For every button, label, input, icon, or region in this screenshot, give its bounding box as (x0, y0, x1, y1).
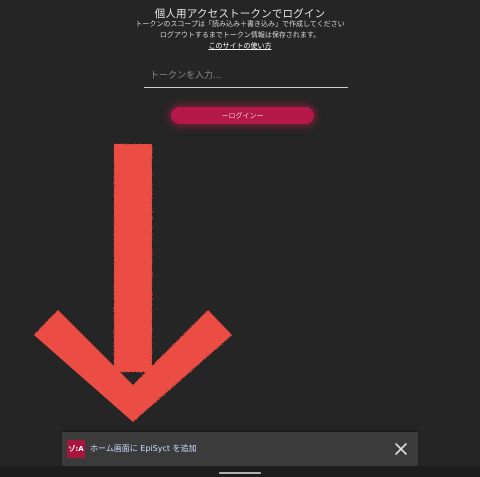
close-icon[interactable] (392, 440, 410, 458)
token-scope-description: トークンのスコープは「読み込み＋書き込み」で作成してください (135, 20, 345, 28)
login-button[interactable]: ーログインー (171, 107, 314, 124)
app-icon: ゾ:A (67, 440, 85, 458)
help-link-row: このサイトの使い方 (0, 41, 480, 51)
token-input[interactable] (144, 64, 348, 88)
token-storage-description: ログアウトするまでトークン情報は保存されます。 (159, 31, 321, 39)
add-to-home-text[interactable]: ホーム画面に EpiSyct を追加 (90, 443, 197, 454)
down-arrow-icon (34, 144, 232, 422)
system-navigation-bar (0, 466, 480, 477)
home-gesture-handle[interactable] (219, 472, 261, 474)
how-to-use-link[interactable]: このサイトの使い方 (209, 42, 272, 50)
add-to-home-banner[interactable]: ゾ:A ホーム画面に EpiSyct を追加 (62, 432, 418, 466)
